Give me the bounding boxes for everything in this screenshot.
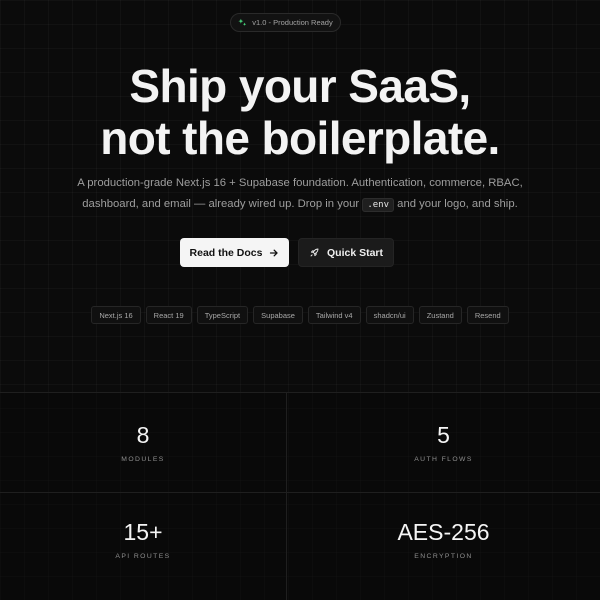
read-docs-label: Read the Docs: [189, 246, 263, 259]
stat-auth-flows: 5 AUTH FLOWS: [287, 393, 600, 493]
hero-section: v1.0 - Production Ready Ship your SaaS, …: [0, 0, 600, 392]
rocket-icon: [310, 248, 319, 257]
headline-line-1: Ship your SaaS,: [129, 60, 471, 112]
subtitle-line-1: A production-grade Next.js 16 + Supabase…: [77, 177, 523, 189]
subtitle-text-after-code: and your logo, and ship.: [397, 198, 518, 210]
quick-start-button[interactable]: Quick Start: [298, 238, 394, 267]
tech-stack-tags: Next.js 16 React 19 TypeScript Supabase …: [0, 306, 600, 324]
stat-value: 15+: [123, 519, 163, 545]
tech-tag: React 19: [145, 306, 192, 324]
hero-subtitle: A production-grade Next.js 16 + Supabase…: [40, 173, 560, 216]
stats-grid: 8 MODULES 5 AUTH FLOWS 15+ API ROUTES AE…: [0, 392, 600, 600]
stat-label: MODULES: [121, 456, 165, 463]
stat-value: AES-256: [397, 519, 490, 545]
read-docs-button[interactable]: Read the Docs: [180, 238, 289, 267]
tech-tag: Supabase: [253, 306, 303, 324]
tech-tag: Next.js 16: [91, 306, 141, 324]
version-badge: v1.0 - Production Ready: [230, 13, 341, 32]
tech-tag: Zustand: [418, 306, 462, 324]
hero-headline: Ship your SaaS, not the boilerplate.: [0, 60, 600, 164]
arrow-right-icon: [270, 249, 279, 256]
quick-start-label: Quick Start: [326, 246, 384, 259]
tech-tag: TypeScript: [196, 306, 249, 324]
stat-encryption: AES-256 ENCRYPTION: [287, 493, 600, 600]
headline-line-2: not the boilerplate.: [100, 112, 500, 164]
subtitle-line-2: dashboard, and email — already wired up.…: [40, 194, 560, 216]
env-code-snippet: .env: [362, 198, 395, 212]
stat-modules: 8 MODULES: [0, 393, 287, 493]
stat-value: 8: [136, 422, 150, 448]
tech-tag: shadcn/ui: [365, 306, 414, 324]
stat-value: 5: [437, 422, 450, 448]
sparkle-icon: [238, 18, 247, 26]
stat-label: AUTH FLOWS: [414, 456, 473, 463]
stat-label: ENCRYPTION: [414, 553, 473, 560]
stat-label: API ROUTES: [115, 553, 171, 560]
subtitle-text-before-code: dashboard, and email — already wired up.…: [82, 198, 360, 210]
version-badge-text: v1.0 - Production Ready: [252, 18, 333, 27]
tech-tag: Tailwind v4: [307, 306, 361, 324]
tech-tag: Resend: [466, 306, 509, 324]
stat-api-routes: 15+ API ROUTES: [0, 493, 287, 600]
